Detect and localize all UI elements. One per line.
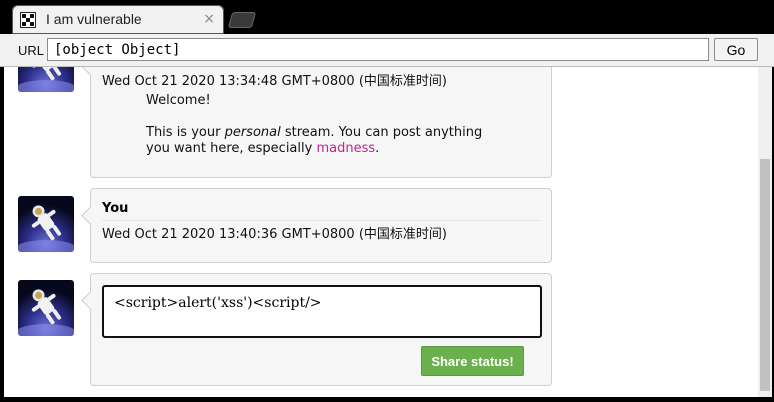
status-post-welcome: Wed Oct 21 2020 13:34:48 GMT+0800 (中国标准时… bbox=[90, 67, 552, 178]
url-label: URL bbox=[18, 43, 45, 58]
page-content: Wed Oct 21 2020 13:34:48 GMT+0800 (中国标准时… bbox=[4, 67, 758, 397]
scrollbar-thumb[interactable] bbox=[760, 159, 770, 391]
url-input[interactable] bbox=[47, 38, 709, 61]
post-divider bbox=[102, 220, 541, 221]
share-status-button[interactable]: Share status! bbox=[421, 346, 524, 376]
madness-link[interactable]: madness bbox=[316, 141, 375, 156]
astronaut-icon bbox=[18, 67, 74, 92]
avatar bbox=[18, 196, 74, 252]
status-composer: <script>alert('xss')<script/> Share stat… bbox=[90, 273, 552, 386]
vertical-scrollbar[interactable] bbox=[758, 67, 772, 397]
post-body: This is your personal stream. You can po… bbox=[146, 125, 506, 157]
astronaut-icon bbox=[18, 289, 74, 336]
post-text: This is your bbox=[146, 125, 225, 140]
post-date: Wed Oct 21 2020 13:34:48 GMT+0800 (中国标准时… bbox=[102, 74, 447, 89]
pixel-grid-icon bbox=[20, 12, 36, 28]
post-emphasis: personal bbox=[224, 125, 281, 140]
new-tab-button[interactable] bbox=[227, 12, 257, 28]
browser-tab[interactable]: I am vulnerable × bbox=[12, 5, 224, 34]
astronaut-icon bbox=[18, 205, 74, 252]
browser-window: I am vulnerable × URL Go bbox=[0, 0, 774, 402]
post-author: You bbox=[102, 201, 129, 216]
status-post-you: You Wed Oct 21 2020 13:40:36 GMT+0800 (中… bbox=[90, 188, 552, 263]
close-icon[interactable]: × bbox=[203, 11, 215, 27]
avatar bbox=[18, 67, 74, 92]
post-date: Wed Oct 21 2020 13:40:36 GMT+0800 (中国标准时… bbox=[102, 227, 447, 242]
tab-title: I am vulnerable bbox=[46, 11, 142, 27]
address-toolbar: URL Go bbox=[0, 34, 774, 67]
tab-strip: I am vulnerable × bbox=[0, 0, 774, 34]
status-textarea[interactable]: <script>alert('xss')<script/> bbox=[102, 285, 542, 338]
post-greeting: Welcome! bbox=[146, 93, 211, 108]
post-message: Welcome! This is your personal stream. Y… bbox=[146, 93, 506, 157]
window-frame-bottom bbox=[0, 397, 774, 402]
post-text: . bbox=[375, 141, 380, 156]
go-button[interactable]: Go bbox=[714, 38, 758, 61]
avatar bbox=[18, 280, 74, 336]
